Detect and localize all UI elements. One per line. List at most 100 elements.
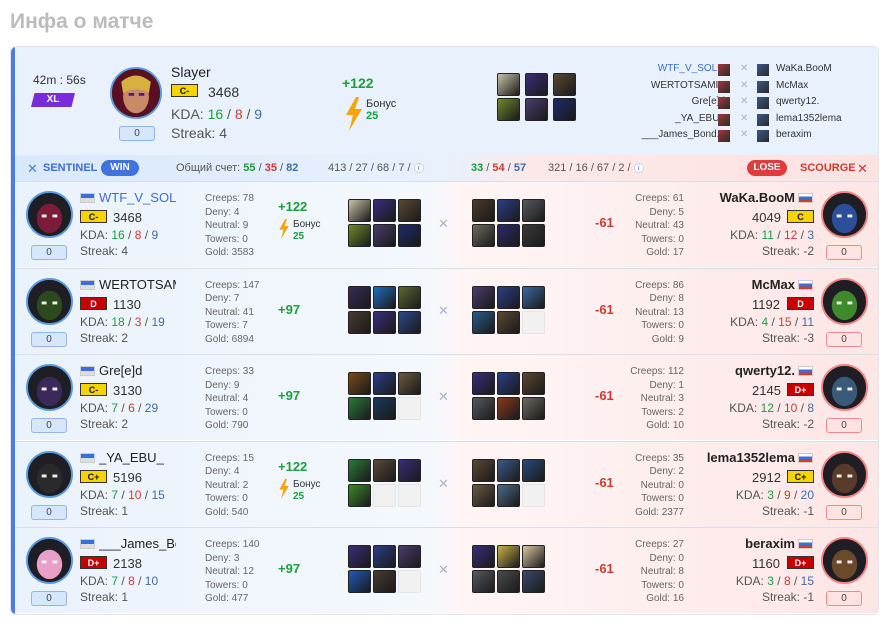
item-slot[interactable] xyxy=(525,98,548,121)
item-slot[interactable] xyxy=(522,397,545,420)
item-slot[interactable] xyxy=(497,570,520,593)
item-slot[interactable] xyxy=(472,570,495,593)
left-hero-avatar[interactable] xyxy=(26,364,73,411)
item-slot[interactable] xyxy=(522,570,545,593)
item-slot[interactable] xyxy=(348,458,371,482)
left-hero-avatar[interactable] xyxy=(26,537,73,584)
left-hero-avatar[interactable] xyxy=(26,191,73,238)
item-slot[interactable] xyxy=(373,199,396,222)
item-slot[interactable] xyxy=(398,570,421,593)
summary-player-right[interactable]: qwerty12. xyxy=(776,96,819,107)
right-hero-avatar[interactable] xyxy=(821,450,868,498)
summary-player-right[interactable]: McMax xyxy=(776,80,808,91)
right-hero-avatar[interactable] xyxy=(821,537,868,584)
item-slot[interactable] xyxy=(398,372,421,395)
left-player-name[interactable]: WERTOTSAMIY xyxy=(99,277,176,292)
item-slot[interactable] xyxy=(497,224,520,247)
item-slot[interactable] xyxy=(398,397,421,420)
item-slot[interactable] xyxy=(373,310,396,334)
item-slot[interactable] xyxy=(522,458,545,482)
item-slot[interactable] xyxy=(497,285,520,309)
item-slot[interactable] xyxy=(348,285,371,309)
item-slot[interactable] xyxy=(522,545,545,568)
left-hero-avatar[interactable] xyxy=(26,450,73,498)
item-slot[interactable] xyxy=(522,285,545,309)
item-slot[interactable] xyxy=(348,224,371,247)
item-slot[interactable] xyxy=(373,458,396,482)
item-slot[interactable] xyxy=(522,372,545,395)
item-slot[interactable] xyxy=(398,285,421,309)
right-hero-avatar[interactable] xyxy=(821,277,868,325)
left-player-name[interactable]: WTF_V_SOLO xyxy=(99,190,176,205)
left-player-name[interactable]: _YA_EBU_ xyxy=(99,450,176,465)
item-slot[interactable] xyxy=(373,570,396,593)
item-slot[interactable] xyxy=(373,483,396,507)
item-slot[interactable] xyxy=(497,310,520,334)
info-icon[interactable]: i xyxy=(633,163,644,173)
summary-player-right[interactable]: lema1352lema xyxy=(776,113,842,124)
item-slot[interactable] xyxy=(398,545,421,568)
summary-player-left[interactable]: WERTOTSAMIY xyxy=(615,80,725,91)
summary-player-left[interactable]: Gre[e]d xyxy=(615,96,725,107)
item-slot[interactable] xyxy=(472,199,495,222)
item-slot[interactable] xyxy=(497,397,520,420)
left-hero-avatar[interactable] xyxy=(26,277,73,325)
item-slot[interactable] xyxy=(472,545,495,568)
item-slot[interactable] xyxy=(497,73,520,96)
item-slot[interactable] xyxy=(525,73,548,96)
item-slot[interactable] xyxy=(348,545,371,568)
item-slot[interactable] xyxy=(497,372,520,395)
summary-player-left[interactable]: WTF_V_SOLO xyxy=(615,63,725,74)
left-player-name[interactable]: ___James_Bond xyxy=(99,536,176,551)
item-slot[interactable] xyxy=(497,199,520,222)
left-player-name[interactable]: Gre[e]d xyxy=(99,363,176,378)
item-slot[interactable] xyxy=(398,310,421,334)
summary-player-right[interactable]: WaKa.BooM xyxy=(776,63,832,74)
item-slot[interactable] xyxy=(348,397,371,420)
item-slot[interactable] xyxy=(472,397,495,420)
item-slot[interactable] xyxy=(553,98,576,121)
item-slot[interactable] xyxy=(522,224,545,247)
item-slot[interactable] xyxy=(398,483,421,507)
item-slot[interactable] xyxy=(348,372,371,395)
mvp-avatar[interactable] xyxy=(110,67,162,119)
item-slot[interactable] xyxy=(522,483,545,507)
summary-player-left[interactable]: ___James_Bond... xyxy=(615,129,725,140)
summary-player-right[interactable]: beraxim xyxy=(776,129,812,140)
mvp-name[interactable]: Slayer xyxy=(171,64,211,80)
right-hero-avatar[interactable] xyxy=(821,191,868,238)
item-slot[interactable] xyxy=(373,224,396,247)
item-slot[interactable] xyxy=(398,199,421,222)
item-slot[interactable] xyxy=(472,310,495,334)
item-slot[interactable] xyxy=(497,483,520,507)
right-player-name[interactable]: qwerty12. xyxy=(699,363,795,378)
summary-player-left[interactable]: _YA_EBU_ xyxy=(615,113,725,124)
right-player-name[interactable]: lema1352lema xyxy=(699,450,795,465)
item-slot[interactable] xyxy=(373,545,396,568)
item-slot[interactable] xyxy=(553,73,576,96)
item-slot[interactable] xyxy=(348,483,371,507)
item-slot[interactable] xyxy=(348,310,371,334)
right-player-name[interactable]: beraxim xyxy=(699,536,795,551)
item-slot[interactable] xyxy=(373,397,396,420)
item-slot[interactable] xyxy=(472,285,495,309)
item-slot[interactable] xyxy=(497,545,520,568)
item-slot[interactable] xyxy=(497,458,520,482)
item-slot[interactable] xyxy=(398,224,421,247)
item-slot[interactable] xyxy=(522,199,545,222)
right-player-name[interactable]: WaKa.BooM xyxy=(699,190,795,205)
item-slot[interactable] xyxy=(348,199,371,222)
item-slot[interactable] xyxy=(472,372,495,395)
item-slot[interactable] xyxy=(522,310,545,334)
item-slot[interactable] xyxy=(472,458,495,482)
item-slot[interactable] xyxy=(398,458,421,482)
item-slot[interactable] xyxy=(373,372,396,395)
item-slot[interactable] xyxy=(373,285,396,309)
right-hero-avatar[interactable] xyxy=(821,364,868,411)
item-slot[interactable] xyxy=(497,98,520,121)
info-icon[interactable]: i xyxy=(413,163,424,173)
item-slot[interactable] xyxy=(348,570,371,593)
right-player-name[interactable]: McMax xyxy=(699,277,795,292)
item-slot[interactable] xyxy=(472,483,495,507)
item-slot[interactable] xyxy=(472,224,495,247)
